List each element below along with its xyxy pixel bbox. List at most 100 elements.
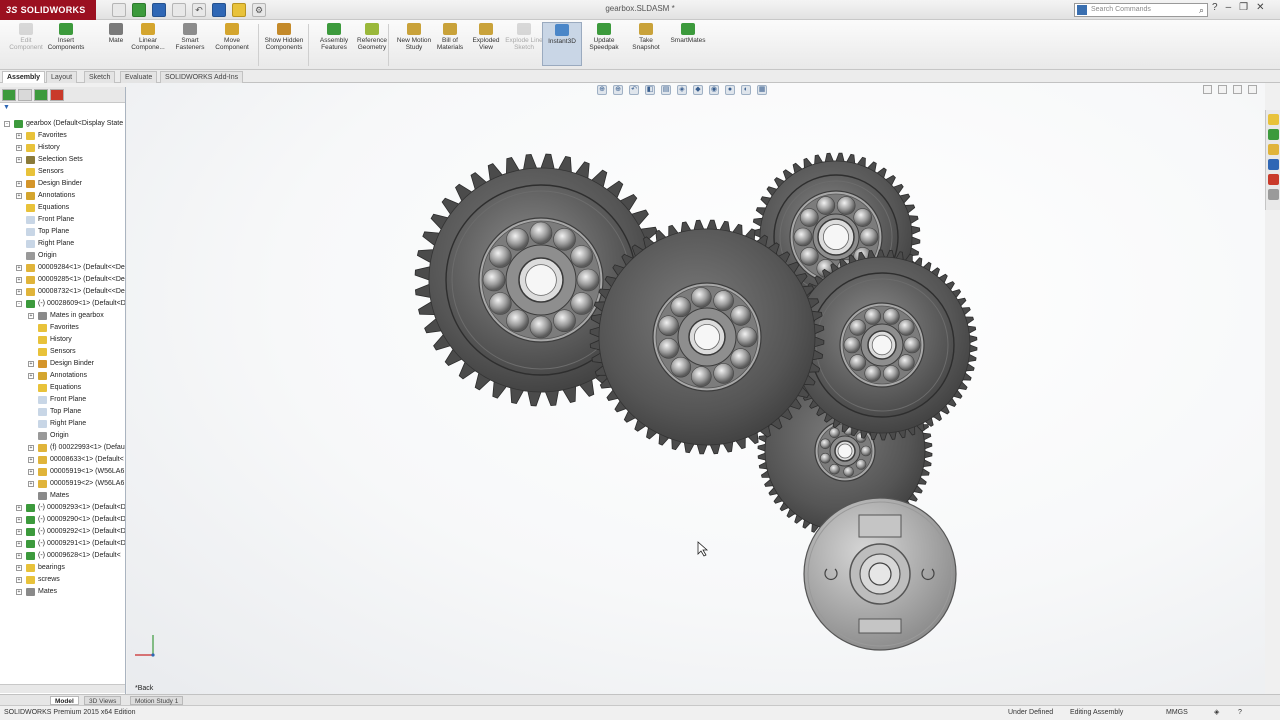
tree-item[interactable]: + Annotations xyxy=(0,190,125,202)
command-move-component-button[interactable]: Move Component xyxy=(212,22,252,51)
tree-item[interactable]: + Mates xyxy=(0,586,125,598)
command-reference-geometry-button[interactable]: Reference Geometry xyxy=(352,22,392,51)
expand-icon[interactable]: + xyxy=(28,457,34,463)
tree-item[interactable]: + Design Binder xyxy=(0,358,125,370)
tree-item[interactable]: + History xyxy=(0,142,125,154)
tree-item[interactable]: Right Plane xyxy=(0,238,125,250)
tree-item[interactable]: + Annotations xyxy=(0,370,125,382)
command-linear-pattern-button[interactable]: Linear Compone... xyxy=(128,22,168,51)
command-bom-button[interactable]: Bill of Materials xyxy=(430,22,470,51)
gearbox-model[interactable] xyxy=(127,83,1265,694)
gear-center[interactable] xyxy=(589,219,825,455)
tree-item[interactable]: + (-) 00009628<1> (Default< xyxy=(0,550,125,562)
resources-icon[interactable] xyxy=(1268,114,1279,125)
tree-item[interactable]: Right Plane xyxy=(0,418,125,430)
tree-item[interactable]: + Design Binder xyxy=(0,178,125,190)
display-manager-tab-icon[interactable] xyxy=(50,89,64,101)
bottom-tab-motion-study-1[interactable]: Motion Study 1 xyxy=(130,696,184,705)
command-explode-line-button[interactable]: Explode Line Sketch xyxy=(504,22,544,51)
graphics-area[interactable]: ⊕ ⊕ ↶ ◧ ▤ ◈ ◆ ◉ ● ◐ ▦ *Back xyxy=(127,83,1265,694)
tree-item[interactable]: + (f) 00022993<1> (Defaul xyxy=(0,442,125,454)
command-edit-component-button[interactable]: Edit Component xyxy=(6,22,46,51)
expand-icon[interactable]: + xyxy=(16,577,22,583)
tree-item[interactable]: + Selection Sets xyxy=(0,154,125,166)
expand-icon[interactable]: + xyxy=(28,445,34,451)
command-exploded-view-button[interactable]: Exploded View xyxy=(466,22,506,51)
expand-icon[interactable]: + xyxy=(28,373,34,379)
tree-item[interactable]: + Favorites xyxy=(0,130,125,142)
tree-item[interactable]: +00009285<1> (Default<<De xyxy=(0,274,125,286)
tree-item[interactable]: +00009284<1> (Default<<De xyxy=(0,262,125,274)
rebuild-icon[interactable] xyxy=(232,3,246,17)
tree-item[interactable]: Top Plane xyxy=(0,226,125,238)
collapse-icon[interactable]: - xyxy=(4,121,10,127)
help-status-icon[interactable]: ? xyxy=(1238,706,1242,720)
tree-item[interactable]: Top Plane xyxy=(0,406,125,418)
tab-layout[interactable]: Layout xyxy=(46,71,78,83)
view-palette-icon[interactable] xyxy=(1268,159,1279,170)
expand-icon[interactable]: + xyxy=(28,481,34,487)
collapse-icon[interactable]: - xyxy=(16,301,22,307)
feature-tree-tab-icon[interactable] xyxy=(2,89,16,101)
expand-icon[interactable]: + xyxy=(16,589,22,595)
tree-item[interactable]: + (-) 00009292<1> (Default<D xyxy=(0,526,125,538)
save-icon[interactable] xyxy=(152,3,166,17)
tree-item[interactable]: Equations xyxy=(0,202,125,214)
tree-item[interactable]: History xyxy=(0,334,125,346)
tree-item[interactable]: + (-) 00009291<1> (Default<D xyxy=(0,538,125,550)
tree-item[interactable]: Sensors xyxy=(0,346,125,358)
expand-icon[interactable]: + xyxy=(28,469,34,475)
expand-icon[interactable]: + xyxy=(28,313,34,319)
select-icon[interactable] xyxy=(212,3,226,17)
command-show-hidden-button[interactable]: Show Hidden Components xyxy=(264,22,304,51)
command-speedpak-button[interactable]: Update Speedpak xyxy=(584,22,624,51)
command-smartmates-button[interactable]: SmartMates xyxy=(668,22,708,44)
tree-item[interactable]: Equations xyxy=(0,382,125,394)
custom-properties-icon[interactable] xyxy=(1268,189,1279,200)
tree-item[interactable]: Favorites xyxy=(0,322,125,334)
motor-cap[interactable] xyxy=(803,497,957,651)
expand-icon[interactable]: + xyxy=(16,517,22,523)
close-icon[interactable]: ✕ xyxy=(1256,2,1264,13)
expand-icon[interactable]: + xyxy=(16,157,22,163)
minimize-icon[interactable]: – xyxy=(1226,2,1232,13)
bottom-tab-model[interactable]: Model xyxy=(50,696,79,705)
tree-item[interactable]: Mates xyxy=(0,490,125,502)
tree-item[interactable]: Sensors xyxy=(0,166,125,178)
design-library-icon[interactable] xyxy=(1268,129,1279,140)
tab-evaluate[interactable]: Evaluate xyxy=(120,71,158,83)
tree-item[interactable]: +00008633<1> (Default< xyxy=(0,454,125,466)
expand-icon[interactable]: + xyxy=(16,505,22,511)
tree-item[interactable]: + Mates in gearbox xyxy=(0,310,125,322)
expand-icon[interactable]: + xyxy=(16,193,22,199)
expand-icon[interactable]: + xyxy=(16,145,22,151)
tree-item[interactable]: +00005919<2> (W56LA6 xyxy=(0,478,125,490)
search-commands-input[interactable]: Search Commands ⌕ xyxy=(1074,3,1208,17)
search-scope-icon[interactable] xyxy=(1077,5,1087,15)
expand-icon[interactable]: + xyxy=(16,181,22,187)
tree-item[interactable]: + (-) 00009293<1> (Default<D xyxy=(0,502,125,514)
rebuild-status-icon[interactable]: ◈ xyxy=(1214,706,1219,720)
tree-item[interactable]: +00005919<1> (W56LA6 xyxy=(0,466,125,478)
open-document-icon[interactable] xyxy=(132,3,146,17)
tree-item[interactable]: + bearings xyxy=(0,562,125,574)
search-icon[interactable]: ⌕ xyxy=(1199,4,1204,16)
appearances-icon[interactable] xyxy=(1268,174,1279,185)
feature-tree-scrollbar[interactable] xyxy=(0,684,125,693)
tree-item[interactable]: +00008732<1> (Default<<De xyxy=(0,286,125,298)
command-insert-components-button[interactable]: Insert Components xyxy=(46,22,86,51)
tab-assembly[interactable]: Assembly xyxy=(2,71,46,83)
tree-item[interactable]: - gearbox (Default<Display State xyxy=(0,118,125,130)
expand-icon[interactable]: + xyxy=(16,553,22,559)
expand-icon[interactable]: + xyxy=(16,529,22,535)
expand-icon[interactable]: + xyxy=(16,265,22,271)
units-selector[interactable]: MMGS xyxy=(1166,706,1188,720)
tab-solidworks-add-ins[interactable]: SOLIDWORKS Add-Ins xyxy=(160,71,244,83)
restore-icon[interactable]: ❐ xyxy=(1239,2,1248,13)
command-instant3d-button[interactable]: Instant3D xyxy=(542,22,582,66)
tree-item[interactable]: - (-) 00028609<1> (Default<D xyxy=(0,298,125,310)
tab-sketch[interactable]: Sketch xyxy=(84,71,116,83)
command-assembly-features-button[interactable]: Assembly Features xyxy=(314,22,354,51)
solidworks-logo[interactable]: 3S SOLIDWORKS xyxy=(0,0,96,20)
expand-icon[interactable]: + xyxy=(16,277,22,283)
